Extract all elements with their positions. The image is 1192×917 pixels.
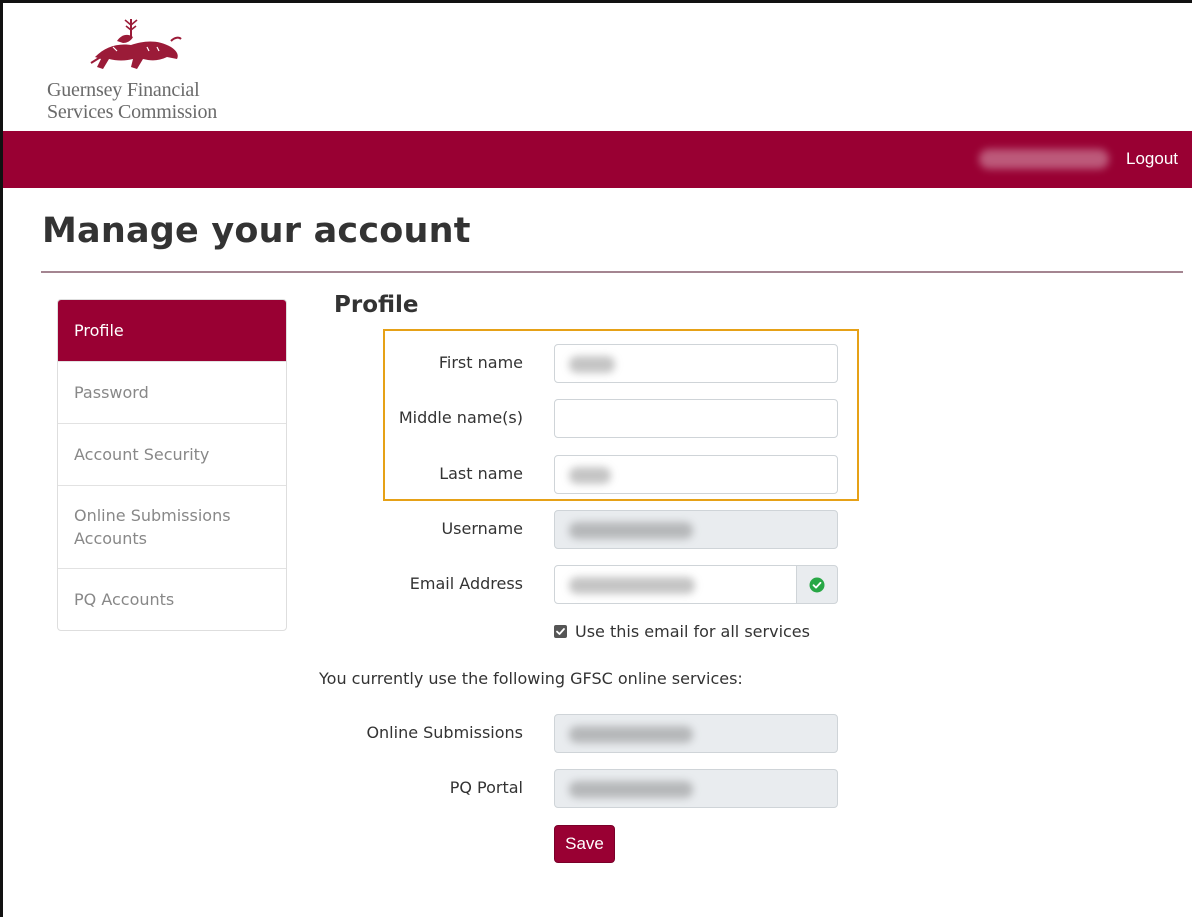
first-name-value-redacted <box>569 356 615 373</box>
email-input-group <box>554 565 838 604</box>
site-header: Guernsey Financial Services Commission <box>3 3 1192 131</box>
first-name-label: First name <box>438 353 523 372</box>
logo-text-line2: Services Commission <box>47 101 218 123</box>
pq-portal-label: PQ Portal <box>449 778 523 797</box>
last-name-field[interactable] <box>554 455 838 494</box>
online-submissions-value-redacted <box>569 726 693 743</box>
logo-text-line1: Guernsey Financial <box>47 79 200 101</box>
nav-username-redacted[interactable] <box>979 149 1109 169</box>
email-verified-addon <box>796 565 838 604</box>
last-name-label: Last name <box>439 464 523 483</box>
check-circle-icon <box>809 577 825 592</box>
middle-name-field[interactable] <box>554 399 838 438</box>
account-sidebar: Profile Password Account Security Online… <box>57 299 287 631</box>
email-field[interactable] <box>554 565 797 604</box>
sidebar-item-online-submissions-accounts[interactable]: Online Submissions Accounts <box>58 485 286 568</box>
username-value-redacted <box>569 522 693 539</box>
page-title: Manage your account <box>42 211 471 251</box>
last-name-value-redacted <box>569 467 611 484</box>
use-email-all-services-checkbox[interactable] <box>554 625 567 638</box>
logo-text: Guernsey Financial Services Commission <box>47 79 217 123</box>
checkmark-icon <box>556 628 565 635</box>
middle-name-label: Middle name(s) <box>398 408 523 427</box>
online-submissions-field[interactable] <box>554 714 838 753</box>
services-intro-text: You currently use the following GFSC onl… <box>319 669 743 688</box>
sidebar-item-profile[interactable]: Profile <box>58 300 286 361</box>
pq-portal-field[interactable] <box>554 769 838 808</box>
profile-heading: Profile <box>334 292 419 318</box>
first-name-field[interactable] <box>554 344 838 383</box>
top-navbar: Logout <box>3 131 1192 188</box>
use-email-all-services-label: Use this email for all services <box>575 622 810 641</box>
use-email-all-services-row: Use this email for all services <box>554 622 810 641</box>
gfsc-logo[interactable]: Guernsey Financial Services Commission <box>39 17 239 127</box>
online-submissions-label: Online Submissions <box>366 723 523 742</box>
logout-link[interactable]: Logout <box>1126 149 1178 169</box>
sidebar-item-password[interactable]: Password <box>58 361 286 423</box>
browser-frame: Guernsey Financial Services Commission L… <box>0 0 1192 917</box>
pq-portal-value-redacted <box>569 781 693 798</box>
sidebar-item-account-security[interactable]: Account Security <box>58 423 286 485</box>
save-button[interactable]: Save <box>554 825 615 863</box>
email-label: Email Address <box>409 574 523 593</box>
lion-crest-icon <box>90 19 182 69</box>
username-field[interactable] <box>554 510 838 549</box>
email-value-redacted <box>569 577 695 594</box>
title-divider <box>41 271 1183 273</box>
sidebar-item-pq-accounts[interactable]: PQ Accounts <box>58 568 286 630</box>
username-label: Username <box>441 519 523 538</box>
